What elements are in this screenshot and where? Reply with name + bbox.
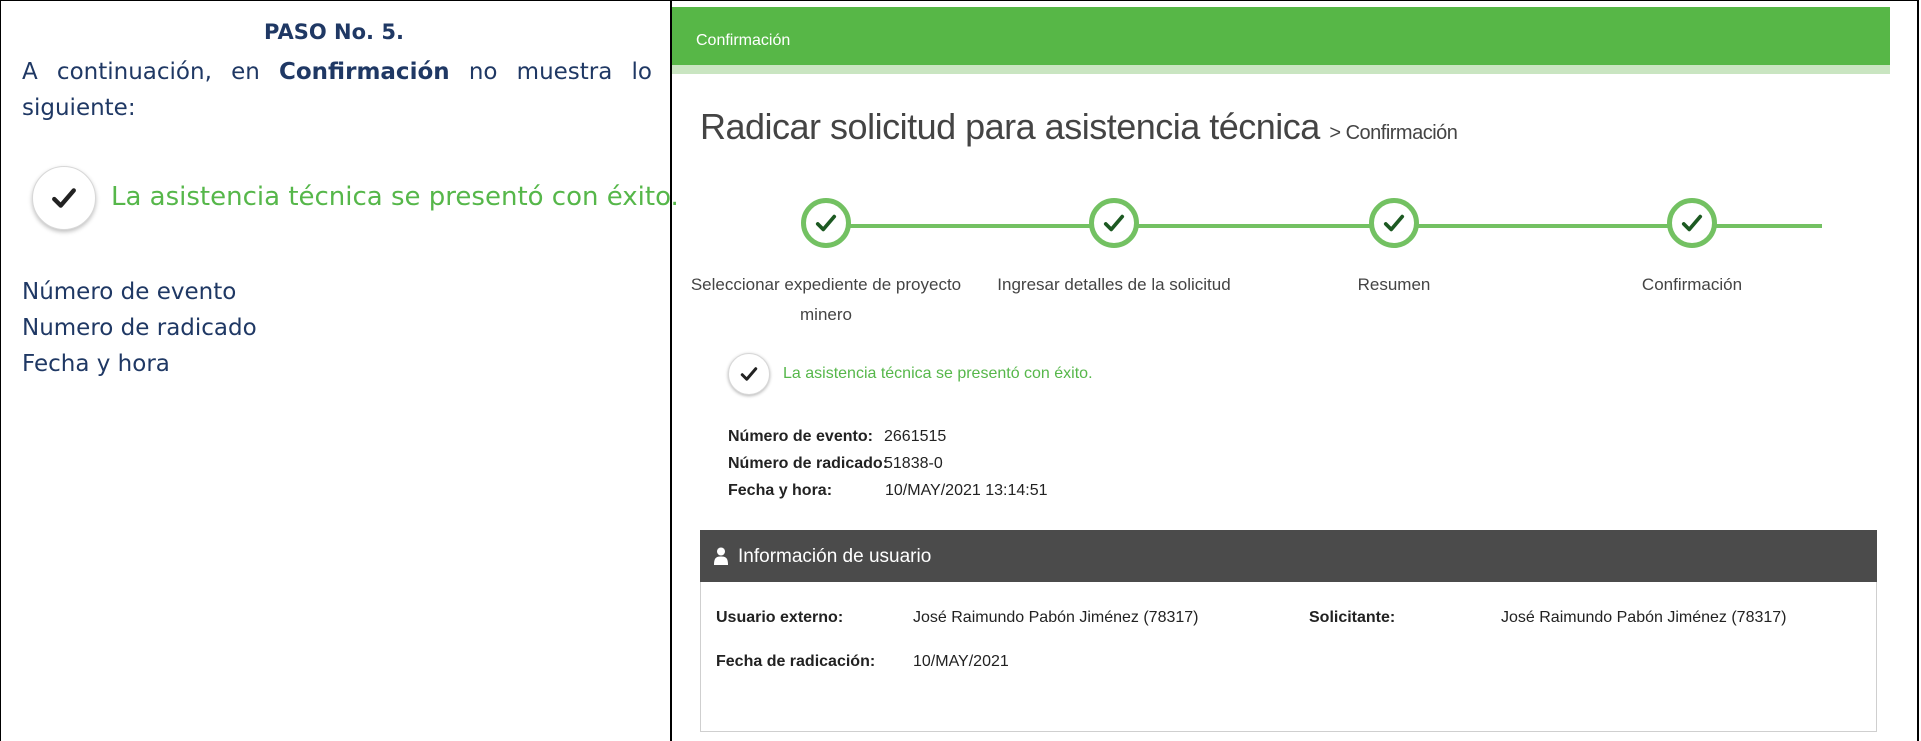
datetime-row: Fecha y hora: 10/MAY/2021 13:14:51 [728,482,1048,500]
step-4-circle [1667,198,1717,248]
step-3-circle [1369,198,1419,248]
table-right-border [1917,0,1919,741]
filing-number-label: Número de radicado: [728,455,889,472]
field-item-filing: Numero de radicado [22,315,257,341]
intro-prefix: A continuación, en [22,59,279,85]
app-screenshot: Confirmación Radicar solicitud para asis… [672,0,1917,741]
step-1-label-line1: Seleccionar expediente de proyecto [690,275,962,294]
intro-paragraph: A continuación, en Confirmación no muest… [22,54,652,126]
intro-bold: Confirmación [279,59,450,85]
page-title-text: Radicar solicitud para asistencia técnic… [700,106,1320,147]
check-icon [1681,214,1703,232]
datetime-label: Fecha y hora: [728,482,833,499]
user-info-title: Información de usuario [738,546,932,567]
step-title: PASO No. 5. [264,20,404,44]
filing-date-value: 10/MAY/2021 [913,653,1009,670]
applicant-value: José Raimundo Pabón Jiménez (78317) [1501,609,1787,626]
header-label: Confirmación [696,32,791,49]
breadcrumb: > Confirmación [1329,122,1458,144]
datetime-value: 10/MAY/2021 13:14:51 [885,482,1048,499]
step-4-label: Confirmación [1641,275,1743,294]
step-1-label: Seleccionar expediente de proyecto miner… [686,270,966,330]
example-success-message: La asistencia técnica se presentó con éx… [111,182,679,212]
external-user-value: José Raimundo Pabón Jiménez (78317) [913,609,1199,626]
header-bar: Confirmación [672,7,1890,65]
page-title: Radicar solicitud para asistencia técnic… [700,106,1458,148]
check-icon [1383,214,1405,232]
user-icon [714,547,728,565]
event-number-row: Número de evento: 2661515 [728,428,946,446]
filing-date-label: Fecha de radicación: [716,653,876,670]
field-item-datetime: Fecha y hora [22,351,170,377]
applicant-label: Solicitante: [1309,609,1396,626]
check-icon [52,188,76,208]
success-message: La asistencia técnica se presentó con éx… [783,365,1093,382]
filing-number-value: 51838-0 [884,455,943,472]
header-underline [672,65,1890,74]
filing-number-row: Número de radicado: 51838-0 [728,455,943,473]
check-icon [815,214,837,232]
fields-list: Número de evento Numero de radicado Fech… [22,274,257,382]
event-number-label: Número de evento: [728,428,873,445]
field-item-event: Número de evento [22,279,237,305]
step-3-label: Resumen [1357,275,1431,294]
success-check-icon [728,353,770,395]
user-info-panel-header: Información de usuario [700,530,1877,582]
step-1-label-line2: minero [800,305,852,324]
event-number-value: 2661515 [884,428,947,445]
step-2-label: Ingresar detalles de la solicitud [997,275,1231,294]
check-icon [1103,214,1125,232]
instructions-column: PASO No. 5. A continuación, en Confirmac… [0,0,679,741]
example-check-icon [32,166,96,230]
check-icon [740,367,758,381]
external-user-label: Usuario externo: [716,609,844,626]
step-2-circle [1089,198,1139,248]
step-1-circle [801,198,851,248]
